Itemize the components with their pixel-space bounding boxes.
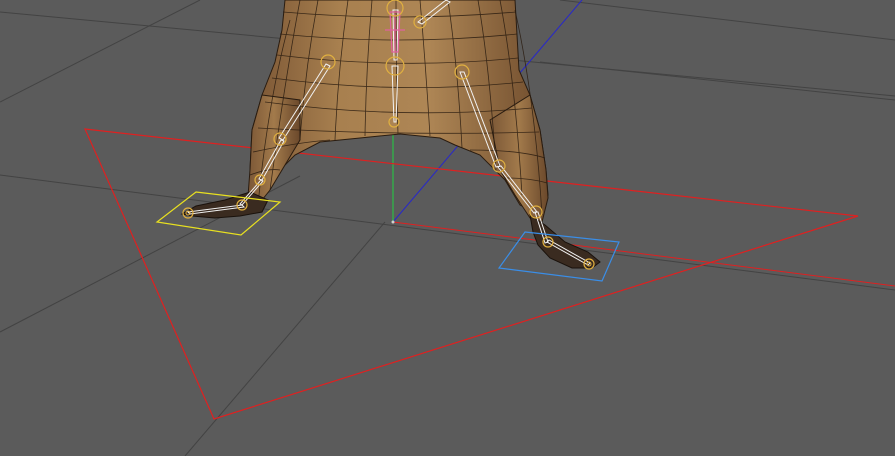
ground-triangle-control[interactable] bbox=[84, 128, 859, 420]
world-origin bbox=[391, 220, 395, 224]
3d-viewport[interactable] bbox=[0, 0, 895, 456]
x-axis-line bbox=[392, 221, 895, 287]
right-foot-mesh bbox=[529, 213, 601, 269]
viewport-canvas[interactable] bbox=[0, 0, 895, 456]
